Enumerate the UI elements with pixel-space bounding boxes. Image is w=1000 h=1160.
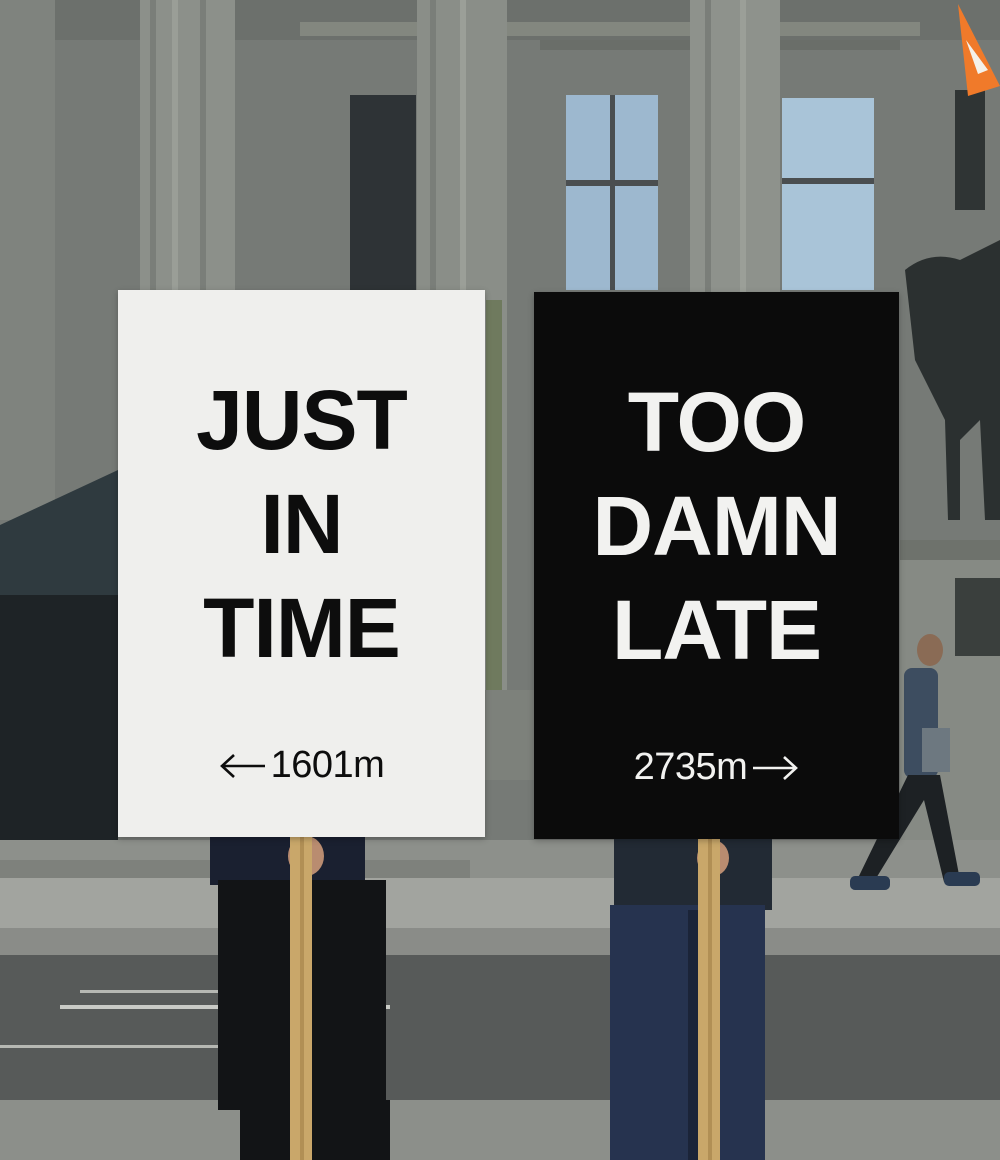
arrow-left-icon — [219, 753, 265, 778]
sign-right-line-3: LATE — [611, 583, 822, 677]
sign-right-distance: 2735m — [534, 746, 899, 789]
sign-left-headline: JUST IN TIME — [196, 368, 408, 680]
protest-sign-left: JUST IN TIME 1601m — [118, 290, 485, 837]
sign-left-distance-value: 1601m — [270, 744, 385, 786]
sign-left-line-3: TIME — [203, 581, 401, 675]
sign-right-distance-value: 2735m — [633, 746, 748, 788]
sign-left-distance: 1601m — [118, 744, 485, 787]
sign-left-line-1: JUST — [196, 373, 408, 467]
sign-right-line-1: TOO — [627, 375, 806, 469]
sign-right-line-2: DAMN — [592, 479, 842, 573]
arrow-right-icon — [753, 755, 799, 780]
sign-right-headline: TOO DAMN LATE — [592, 370, 842, 682]
sign-left-line-2: IN — [260, 477, 344, 571]
protest-sign-right: TOO DAMN LATE 2735m — [534, 292, 899, 839]
photo-scene: JUST IN TIME 1601m TOO DAMN LATE 2735m — [0, 0, 1000, 1160]
